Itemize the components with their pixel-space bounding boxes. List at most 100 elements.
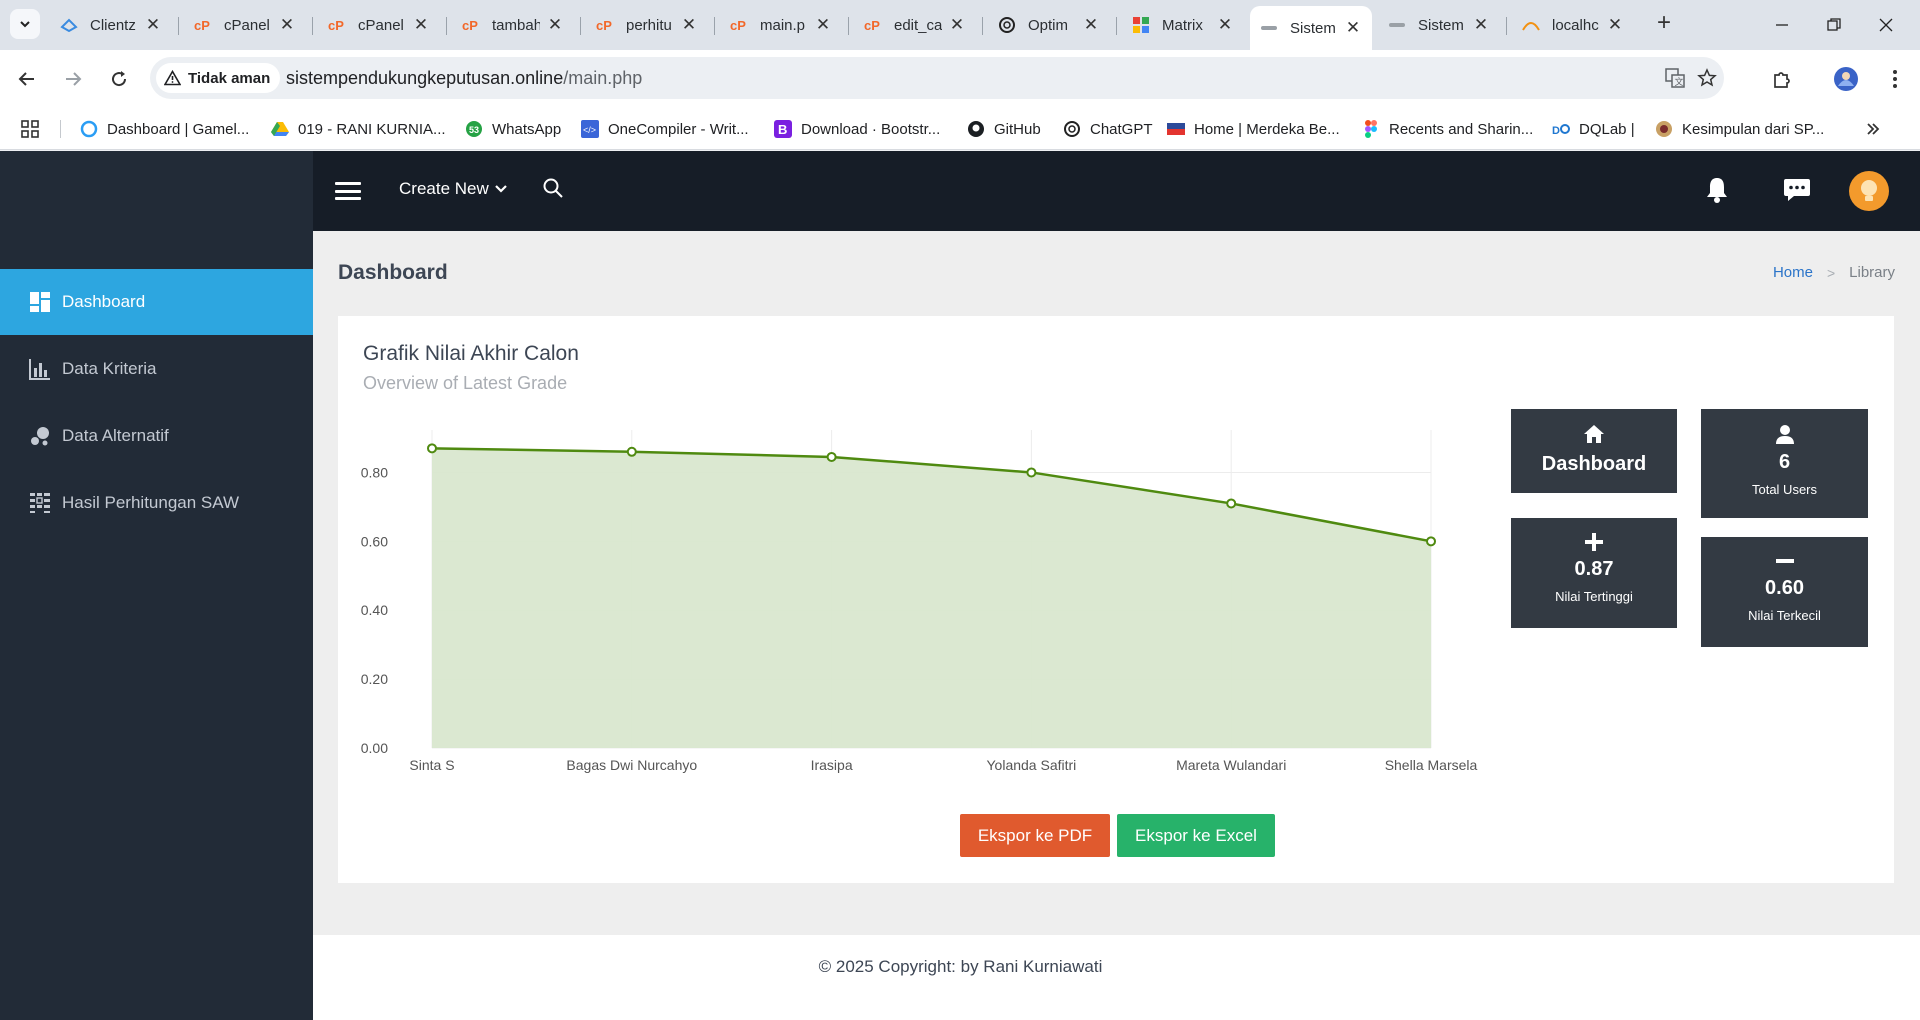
export-pdf-button[interactable]: Ekspor ke PDF (960, 814, 1110, 857)
close-tab-icon[interactable]: ✕ (814, 15, 832, 35)
chevron-right-icon: > (1826, 264, 1836, 281)
bubbles-icon (28, 424, 52, 448)
stat-total-users[interactable]: 6 Total Users (1701, 409, 1868, 518)
close-tab-icon[interactable]: ✕ (1082, 15, 1100, 35)
avatar[interactable] (1849, 171, 1889, 211)
close-tab-icon[interactable]: ✕ (412, 15, 430, 35)
y-tick-label: 0.40 (361, 602, 388, 618)
close-tab-icon[interactable]: ✕ (1606, 15, 1624, 35)
hamburger-menu-icon[interactable] (335, 179, 361, 203)
cpanel-icon: cP (864, 16, 882, 34)
browser-tab-active[interactable]: Sistem ✕ (1250, 6, 1372, 50)
search-icon[interactable] (542, 177, 564, 204)
browser-tab[interactable]: cP cPanel ✕ (318, 8, 440, 42)
data-point (626, 446, 637, 457)
close-tab-icon[interactable]: ✕ (680, 15, 698, 35)
chat-icon[interactable] (1783, 177, 1811, 208)
data-point (1426, 536, 1436, 547)
sidebar-item-data-kriteria[interactable]: Data Kriteria (0, 336, 313, 402)
apps-button[interactable] (20, 116, 40, 142)
stat-nilai-terkecil[interactable]: 0.60 Nilai Terkecil (1701, 537, 1868, 647)
breadcrumb-home-link[interactable]: Home (1773, 264, 1813, 281)
bookmark-item[interactable]: Home | Merdeka Be... (1167, 116, 1340, 142)
sidebar-item-data-alternatif[interactable]: Data Alternatif (0, 403, 313, 469)
close-tab-icon[interactable]: ✕ (1216, 15, 1234, 35)
address-bar[interactable]: Tidak aman sistempendukungkeputusan.onli… (150, 57, 1724, 99)
bookmark-item[interactable]: D DQLab | (1552, 116, 1635, 142)
close-tab-icon[interactable]: ✕ (1472, 15, 1490, 35)
back-button[interactable] (12, 64, 42, 94)
minimize-button[interactable] (1762, 10, 1802, 40)
bookmark-item[interactable]: Recents and Sharin... (1362, 116, 1533, 142)
bookmark-item[interactable]: Dashboard | Gamel... (80, 116, 249, 142)
home-icon (1511, 423, 1677, 445)
reload-button[interactable] (104, 64, 134, 94)
cpanel-icon: cP (194, 16, 212, 34)
minus-icon (1701, 551, 1868, 571)
browser-tab[interactable]: cP main.p ✕ (720, 8, 842, 42)
bookmark-item[interactable]: </> OneCompiler - Writ... (581, 116, 749, 142)
arrow-left-icon (18, 72, 34, 86)
profile-button[interactable] (1831, 64, 1861, 94)
create-new-dropdown[interactable]: Create New (399, 179, 507, 199)
bookmark-item[interactable]: B Download · Bootstr... (774, 116, 940, 142)
x-tick-label: Mareta Wulandari (1176, 757, 1286, 773)
bookmark-item[interactable]: 019 - RANI KURNIA... (271, 116, 446, 142)
browser-tab[interactable]: Matrix ✕ (1122, 8, 1244, 42)
forward-button[interactable] (58, 64, 88, 94)
browser-menu-button[interactable] (1880, 64, 1910, 94)
restore-button[interactable] (1814, 10, 1854, 40)
top-navbar: Create New (313, 151, 1920, 231)
new-tab-button[interactable]: + (1652, 11, 1676, 36)
close-tab-icon[interactable]: ✕ (948, 15, 966, 35)
bookmark-item[interactable]: Kesimpulan dari SP... (1655, 116, 1824, 142)
tab-list-button[interactable] (10, 9, 40, 39)
stat-nilai-tertinggi[interactable]: 0.87 Nilai Tertinggi (1511, 518, 1677, 628)
extensions-button[interactable] (1767, 64, 1797, 94)
arrow-right-icon (66, 72, 82, 86)
translate-icon[interactable]: 文 (1664, 67, 1686, 89)
close-tab-icon[interactable]: ✕ (546, 15, 564, 35)
chatgpt-icon (998, 16, 1016, 34)
cloud-icon (60, 16, 78, 34)
bookmark-item[interactable]: GitHub (967, 116, 1041, 142)
browser-tab[interactable]: cP perhitu ✕ (586, 8, 708, 42)
browser-tab[interactable]: Sistem ✕ (1378, 8, 1500, 42)
browser-tab-bar: Clientz ✕ cP cPanel ✕ cP cPanel ✕ cP tam… (0, 0, 1920, 50)
data-point (427, 443, 437, 454)
x-tick-label: Irasipa (811, 757, 853, 773)
caret-down-icon (494, 184, 507, 194)
close-window-button[interactable] (1866, 10, 1906, 40)
sidebar-item-hasil-perhitungan-saw[interactable]: Hasil Perhitungan SAW (0, 470, 313, 536)
more-bookmarks-button[interactable] (1866, 116, 1880, 142)
bookmark-item[interactable]: ChatGPT (1063, 116, 1153, 142)
x-tick-label: Shella Marsela (1385, 757, 1478, 773)
browser-tab[interactable]: cP tambah ✕ (452, 8, 574, 42)
url-text[interactable]: sistempendukungkeputusan.online/main.php (286, 68, 642, 89)
restore-icon (1827, 18, 1841, 31)
star-icon[interactable] (1696, 67, 1718, 89)
stat-dashboard[interactable]: Dashboard (1511, 409, 1677, 493)
y-tick-label: 0.80 (361, 464, 388, 480)
browser-tab[interactable]: Optim ✕ (988, 8, 1110, 42)
data-point (1226, 498, 1237, 509)
x-tick-label: Yolanda Safitri (987, 757, 1077, 773)
close-tab-icon[interactable]: ✕ (144, 15, 162, 35)
grid-icon (1132, 16, 1150, 34)
close-tab-icon[interactable]: ✕ (1344, 18, 1362, 38)
export-excel-button[interactable]: Ekspor ke Excel (1117, 814, 1275, 857)
browser-tab[interactable]: cP cPanel ✕ (184, 8, 306, 42)
close-tab-icon[interactable]: ✕ (278, 15, 296, 35)
plus-icon (1511, 532, 1677, 552)
y-tick-label: 0.00 (361, 740, 388, 756)
security-chip[interactable]: Tidak aman (156, 63, 281, 93)
svg-text:cP: cP (462, 18, 478, 32)
data-point (1026, 467, 1037, 478)
browser-tab[interactable]: cP edit_ca ✕ (854, 8, 976, 42)
bell-icon[interactable] (1705, 176, 1729, 209)
cpanel-icon: cP (596, 16, 614, 34)
bookmark-item[interactable]: 53 WhatsApp (465, 116, 561, 142)
sidebar-item-dashboard[interactable]: Dashboard (0, 269, 313, 335)
browser-tab[interactable]: localhc ✕ (1512, 8, 1634, 42)
browser-tab[interactable]: Clientz ✕ (50, 8, 172, 42)
